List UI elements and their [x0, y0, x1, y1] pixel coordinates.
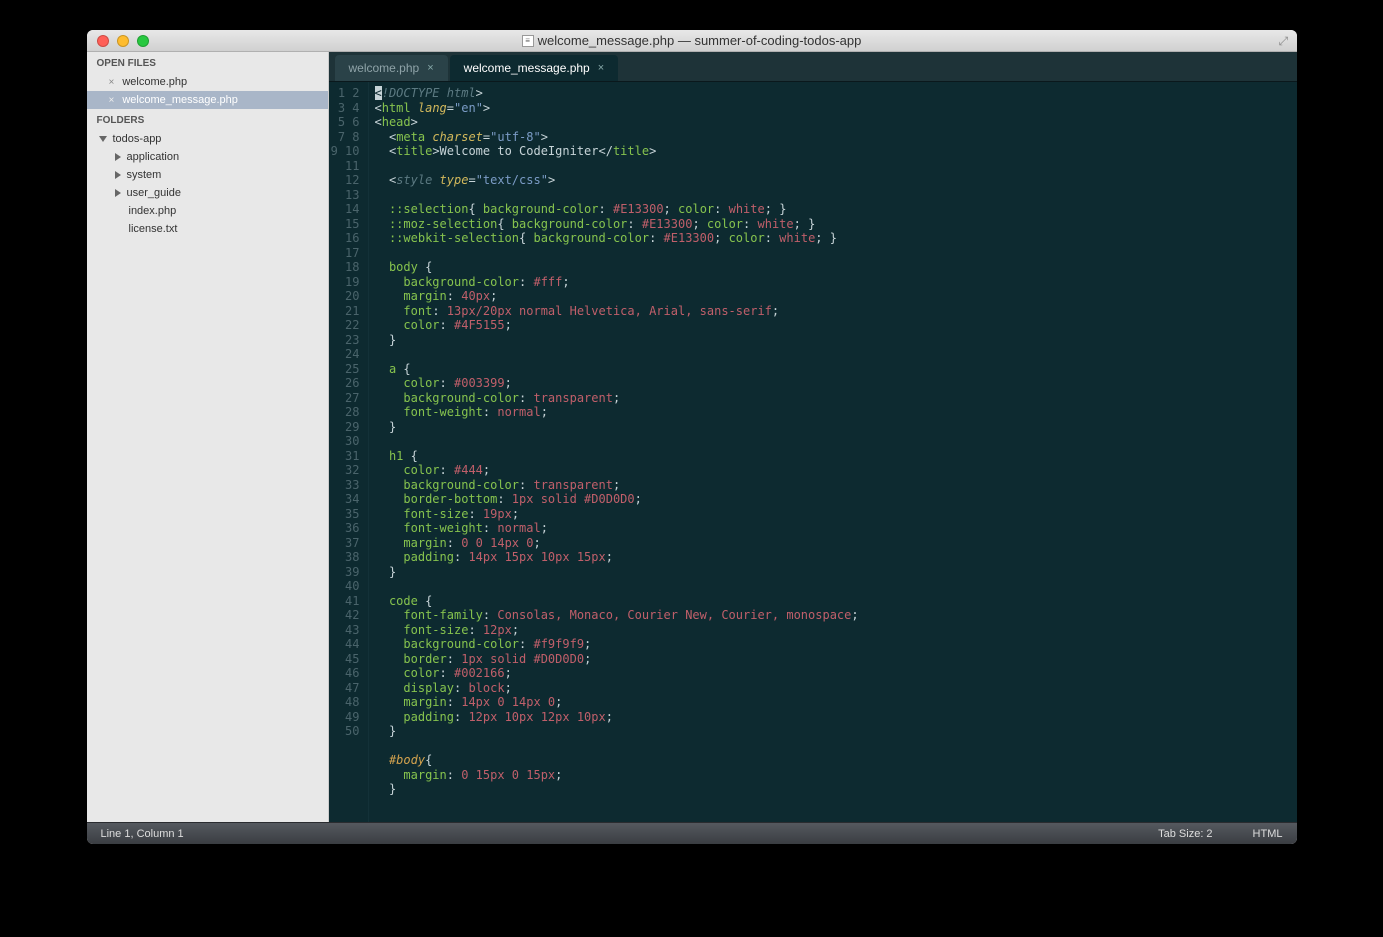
- open-file-label: welcome_message.php: [122, 94, 238, 106]
- window-title: ≡ welcome_message.php — summer-of-coding…: [87, 33, 1297, 48]
- folders-header: FOLDERS: [87, 109, 328, 130]
- folder-item[interactable]: system: [87, 166, 328, 184]
- chevron-down-icon: [99, 136, 107, 142]
- window-body: OPEN FILES ×welcome.php×welcome_message.…: [87, 52, 1297, 822]
- open-file-item[interactable]: × welcome.php: [87, 73, 328, 91]
- status-tab-size[interactable]: Tab Size: 2: [1158, 828, 1212, 840]
- file-label: license.txt: [129, 223, 178, 235]
- code-content[interactable]: <!DOCTYPE html> <html lang="en"> <head> …: [369, 82, 1297, 822]
- tab-label: welcome_message.php: [464, 61, 590, 75]
- folder-item[interactable]: application: [87, 148, 328, 166]
- folder-root-label: todos-app: [113, 133, 162, 145]
- close-icon[interactable]: ×: [427, 62, 433, 74]
- editor-area: welcome.php × welcome_message.php × 1 2 3 4…: [329, 52, 1297, 822]
- code-editor[interactable]: 1 2 3 4 5 6 7 8 9 10 11 12 13 14 15 16 1…: [329, 82, 1297, 822]
- open-file-label: welcome.php: [122, 76, 187, 88]
- chevron-right-icon: [115, 189, 121, 197]
- open-files-header: OPEN FILES: [87, 52, 328, 73]
- window-title-text: welcome_message.php — summer-of-coding-t…: [538, 33, 862, 48]
- folder-item[interactable]: user_guide: [87, 184, 328, 202]
- close-icon[interactable]: ×: [109, 95, 115, 106]
- folder-label: application: [127, 151, 180, 163]
- file-item[interactable]: index.php: [87, 202, 328, 220]
- status-syntax[interactable]: HTML: [1253, 828, 1283, 840]
- file-item[interactable]: license.txt: [87, 220, 328, 238]
- file-label: index.php: [129, 205, 177, 217]
- tab[interactable]: welcome_message.php ×: [450, 55, 619, 81]
- sidebar[interactable]: OPEN FILES × welcome.php × welcome_message.…: [87, 52, 329, 822]
- chevron-right-icon: [115, 153, 121, 161]
- tab[interactable]: welcome.php ×: [335, 55, 448, 81]
- open-file-item[interactable]: × welcome_message.php: [87, 91, 328, 109]
- gutter: 1 2 3 4 5 6 7 8 9 10 11 12 13 14 15 16 1…: [329, 82, 369, 822]
- chevron-right-icon: [115, 171, 121, 179]
- close-icon[interactable]: ×: [109, 77, 115, 88]
- statusbar: Line 1, Column 1 Tab Size: 2 HTML: [87, 822, 1297, 844]
- folder-label: system: [127, 169, 162, 181]
- folder-label: user_guide: [127, 187, 181, 199]
- maximize-icon[interactable]: ⤢: [1279, 34, 1291, 46]
- folder-root[interactable]: todos-app: [87, 130, 328, 148]
- editor-window: ≡ welcome_message.php — summer-of-coding…: [87, 30, 1297, 844]
- titlebar[interactable]: ≡ welcome_message.php — summer-of-coding…: [87, 30, 1297, 52]
- tab-bar[interactable]: welcome.php × welcome_message.php ×: [329, 52, 1297, 82]
- close-icon[interactable]: ×: [598, 62, 604, 74]
- status-cursor-position[interactable]: Line 1, Column 1: [101, 828, 184, 840]
- tab-label: welcome.php: [349, 61, 420, 75]
- file-icon: ≡: [522, 35, 534, 47]
